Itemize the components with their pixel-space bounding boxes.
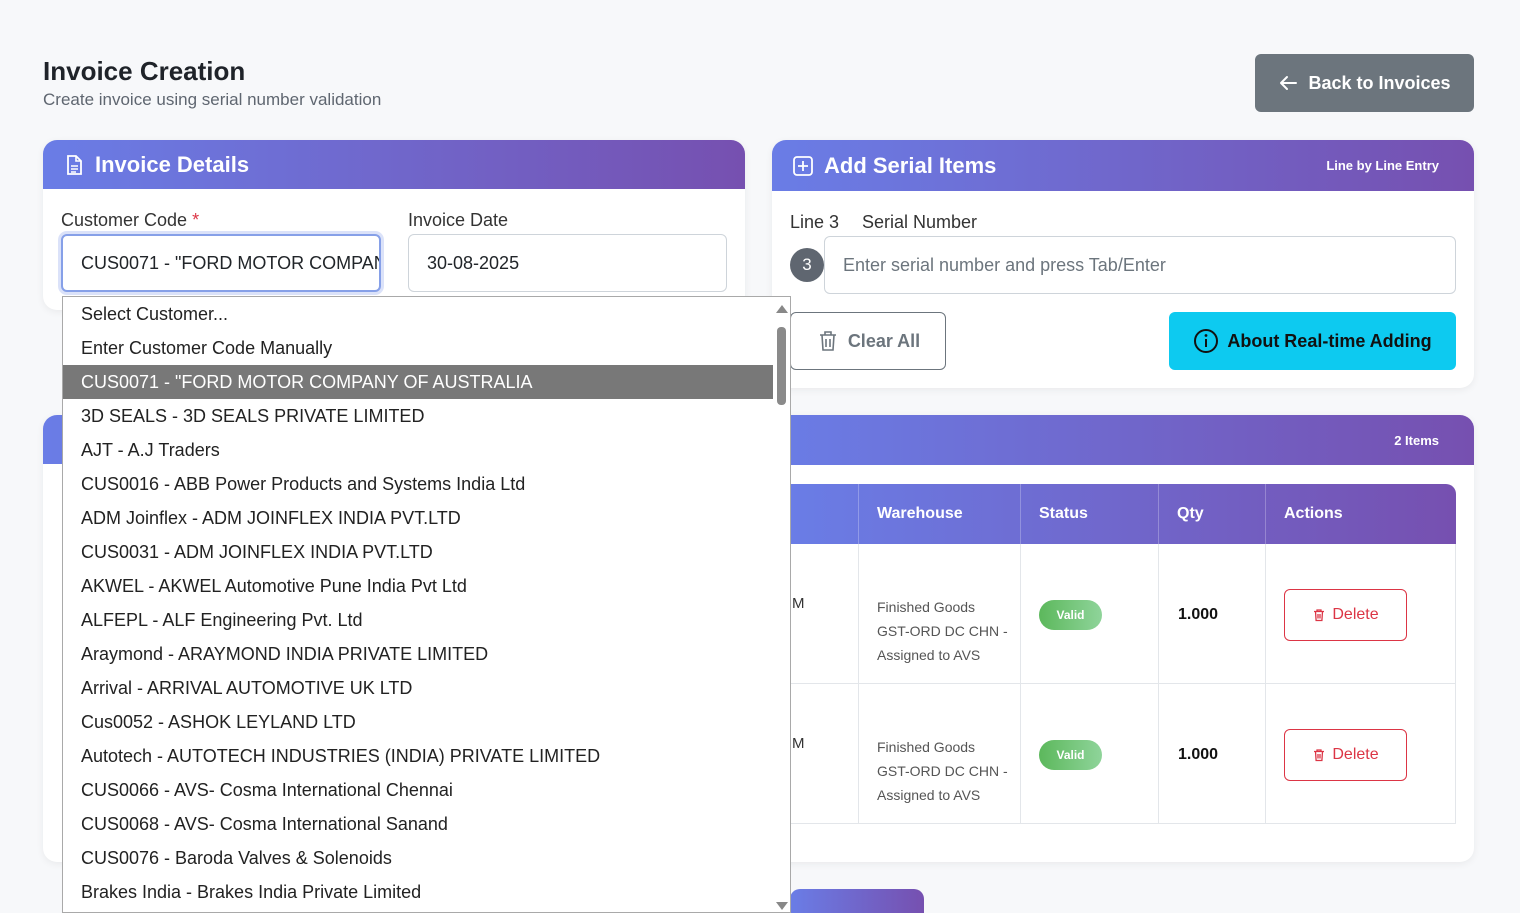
- plus-square-icon: [793, 155, 813, 176]
- warehouse-line: Finished Goods: [877, 739, 976, 755]
- trash-icon: [819, 331, 836, 351]
- serial-number-label: Serial Number: [862, 212, 978, 232]
- column-header-actions: Actions: [1265, 484, 1456, 544]
- line-number-badge: 3: [790, 248, 824, 282]
- dropdown-option[interactable]: Select Customer...: [63, 297, 773, 331]
- warehouse-line: GST-ORD DC CHN -: [877, 763, 1008, 779]
- arrow-left-icon: [1280, 76, 1298, 90]
- clear-all-label: Clear All: [847, 330, 921, 351]
- invoice-date-label: Invoice Date: [408, 210, 509, 230]
- invoice-details-header: Invoice Details: [43, 140, 745, 189]
- warehouse-cell: Finished Goods GST-ORD DC CHN - Assigned…: [877, 735, 1008, 807]
- warehouse-line: Assigned to AVS: [877, 647, 981, 663]
- customer-code-select[interactable]: CUS0071 - "FORD MOTOR COMPANY OF AUSTRAL…: [61, 234, 381, 292]
- document-icon: [67, 154, 82, 175]
- dropdown-option[interactable]: CUS0071 - "FORD MOTOR COMPANY OF AUSTRAL…: [63, 365, 773, 399]
- status-badge: Valid: [1039, 600, 1102, 630]
- serial-number-input[interactable]: Enter serial number and press Tab/Enter: [824, 236, 1456, 294]
- info-circle-icon: [1194, 329, 1219, 353]
- serial-number-placeholder: Enter serial number and press Tab/Enter: [843, 254, 1166, 275]
- column-header-qty: Qty: [1158, 484, 1265, 544]
- about-realtime-adding-button[interactable]: About Real-time Adding: [1169, 312, 1456, 370]
- dropdown-option[interactable]: Cus0052 - ASHOK LEYLAND LTD: [63, 705, 773, 739]
- customer-code-label-text: Customer Code: [61, 210, 188, 230]
- column-header-status: Status: [1020, 484, 1158, 544]
- customer-code-label: Customer Code *: [61, 210, 199, 231]
- qty-cell: 1.000: [1178, 746, 1219, 763]
- invoice-date-input[interactable]: 30-08-2025: [408, 234, 727, 292]
- dropdown-option[interactable]: CUS0016 - ABB Power Products and Systems…: [63, 467, 773, 501]
- back-button-label: Back to Invoices: [1308, 72, 1451, 93]
- back-to-invoices-button[interactable]: Back to Invoices: [1255, 54, 1474, 112]
- line-label: Line 3: [790, 212, 840, 232]
- scroll-up-arrow-icon[interactable]: [776, 305, 788, 313]
- about-realtime-label: About Real-time Adding: [1227, 330, 1432, 351]
- delete-label: Delete: [1332, 746, 1379, 763]
- trash-icon: [1314, 749, 1325, 762]
- required-mark: *: [192, 210, 200, 230]
- dropdown-scrollbar[interactable]: [773, 297, 790, 912]
- dropdown-option[interactable]: AKWEL - AKWEL Automotive Pune India Pvt …: [63, 569, 773, 603]
- dropdown-option[interactable]: CUS0031 - ADM JOINFLEX INDIA PVT.LTD: [63, 535, 773, 569]
- column-header-warehouse: Warehouse: [858, 484, 1020, 544]
- page-title: Invoice Creation: [43, 56, 246, 86]
- item-name-fragment: M: [792, 735, 805, 752]
- scroll-thumb[interactable]: [777, 327, 786, 405]
- next-section-header-peek: [790, 889, 924, 913]
- invoice-items-header: 2 Items: [772, 415, 1474, 465]
- dropdown-option[interactable]: Enter Customer Code Manually: [63, 331, 773, 365]
- warehouse-line: Finished Goods: [877, 599, 976, 615]
- line-entry-badge: Line by Line Entry: [1326, 158, 1439, 173]
- table-row: M Finished Goods GST-ORD DC CHN - Assign…: [790, 544, 1456, 684]
- customer-options: Select Customer... Enter Customer Code Ma…: [63, 297, 790, 909]
- page-subtitle: Create invoice using serial number valid…: [43, 90, 382, 109]
- dropdown-option[interactable]: Autotech - AUTOTECH INDUSTRIES (INDIA) P…: [63, 739, 773, 773]
- dropdown-option[interactable]: CUS0068 - AVS- Cosma International Sanan…: [63, 807, 773, 841]
- customer-code-value: CUS0071 - "FORD MOTOR COMPANY OF AUSTRAL…: [81, 252, 379, 273]
- customer-dropdown-list[interactable]: Select Customer... Enter Customer Code Ma…: [62, 296, 791, 913]
- dropdown-option[interactable]: CUS0066 - AVS- Cosma International Chenn…: [63, 773, 773, 807]
- clear-all-button[interactable]: Clear All: [790, 312, 946, 370]
- delete-button[interactable]: Delete: [1284, 589, 1407, 641]
- delete-label: Delete: [1332, 606, 1379, 623]
- invoice-date-value: 30-08-2025: [427, 252, 520, 273]
- add-serial-items-title: Add Serial Items: [824, 152, 997, 178]
- scroll-down-arrow-icon[interactable]: [776, 902, 788, 910]
- table-row: M Finished Goods GST-ORD DC CHN - Assign…: [790, 684, 1456, 824]
- dropdown-option[interactable]: Araymond - ARAYMOND INDIA PRIVATE LIMITE…: [63, 637, 773, 671]
- qty-cell: 1.000: [1178, 606, 1219, 623]
- add-serial-items-header: Add Serial Items Line by Line Entry: [772, 140, 1474, 191]
- delete-button[interactable]: Delete: [1284, 729, 1407, 781]
- invoice-details-title: Invoice Details: [95, 151, 250, 177]
- status-badge: Valid: [1039, 740, 1102, 770]
- dropdown-option[interactable]: ADM Joinflex - ADM JOINFLEX INDIA PVT.LT…: [63, 501, 773, 535]
- items-count-badge: 2 Items: [1394, 432, 1439, 448]
- item-name-fragment: M: [792, 595, 805, 612]
- dropdown-option[interactable]: ALFEPL - ALF Engineering Pvt. Ltd: [63, 603, 773, 637]
- warehouse-cell: Finished Goods GST-ORD DC CHN - Assigned…: [877, 595, 1008, 667]
- dropdown-option[interactable]: Arrival - ARRIVAL AUTOMOTIVE UK LTD: [63, 671, 773, 705]
- dropdown-option[interactable]: Brakes India - Brakes India Private Limi…: [63, 875, 773, 909]
- trash-icon: [1314, 609, 1325, 622]
- items-table-header: Warehouse Status Qty Actions: [790, 484, 1456, 544]
- dropdown-option[interactable]: AJT - A.J Traders: [63, 433, 773, 467]
- warehouse-line: GST-ORD DC CHN -: [877, 623, 1008, 639]
- dropdown-option[interactable]: 3D SEALS - 3D SEALS PRIVATE LIMITED: [63, 399, 773, 433]
- warehouse-line: Assigned to AVS: [877, 787, 981, 803]
- dropdown-option[interactable]: CUS0076 - Baroda Valves & Solenoids: [63, 841, 773, 875]
